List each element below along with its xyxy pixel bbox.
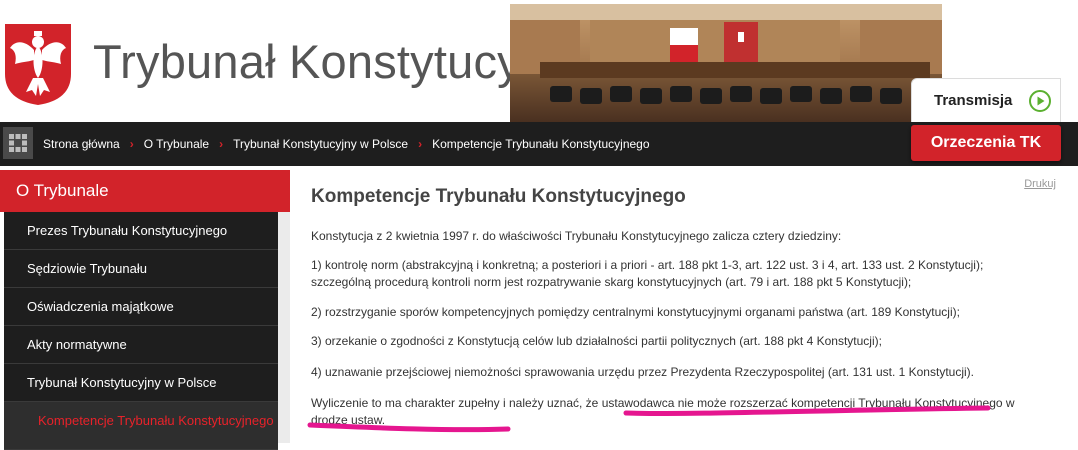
competence-paragraph-2: 2) rozstrzyganie sporów kompetencyjnych …	[311, 305, 960, 319]
transmisja-label: Transmisja	[934, 92, 1013, 109]
page-title: Kompetencje Trybunału Konstytucyjnego	[311, 186, 686, 207]
breadcrumb-separator-icon: ›	[129, 137, 134, 151]
sidebar-item-prezes[interactable]: Prezes Trybunału Konstytucyjnego	[4, 212, 278, 250]
courtroom-banner-image	[510, 4, 942, 122]
competence-paragraph-4: 4) uznawanie przejściowej niemożności sp…	[311, 365, 974, 379]
home-grid-icon[interactable]	[3, 127, 33, 159]
sidebar-menu: Prezes Trybunału Konstytucyjnego Sędziow…	[4, 212, 278, 450]
sidebar-item-akty-normatywne[interactable]: Akty normatywne	[4, 326, 278, 364]
breadcrumb-tk-w-polsce[interactable]: Trybunał Konstytucyjny w Polsce	[233, 137, 408, 151]
breadcrumb: Strona główna › O Trybunale › Trybunał K…	[43, 122, 650, 166]
site-header: Trybunał Konstytucyjny Transmisja	[0, 0, 1078, 122]
intro-paragraph: Konstytucja z 2 kwietnia 1997 r. do właś…	[311, 229, 842, 243]
sidebar: O Trybunale Prezes Trybunału Konstytucyj…	[0, 166, 290, 450]
sidebar-item-sedziowie[interactable]: Sędziowie Trybunału	[4, 250, 278, 288]
sidebar-scrollbar[interactable]	[278, 212, 290, 443]
breadcrumb-home[interactable]: Strona główna	[43, 137, 120, 151]
competence-paragraph-3: 3) orzekanie o zgodności z Konstytucją c…	[311, 334, 882, 348]
orzeczenia-tk-button[interactable]: Orzeczenia TK	[911, 125, 1061, 161]
play-circle-icon	[1029, 90, 1051, 112]
main-content: Drukuj Kompetencje Trybunału Konstytucyj…	[311, 166, 1056, 443]
polish-eagle-emblem-icon[interactable]	[3, 22, 73, 106]
breadcrumb-separator-icon: ›	[219, 137, 224, 151]
transmisja-button[interactable]: Transmisja	[911, 78, 1061, 122]
site-title[interactable]: Trybunał Konstytucyjny	[93, 34, 582, 89]
print-link[interactable]: Drukuj	[1024, 178, 1056, 190]
closing-paragraph: Wyliczenie to ma charakter zupełny i nal…	[311, 396, 1015, 427]
breadcrumb-separator-icon: ›	[418, 137, 423, 151]
sidebar-item-tk-w-polsce[interactable]: Trybunał Konstytucyjny w Polsce	[4, 364, 278, 402]
sidebar-header[interactable]: O Trybunale	[0, 170, 290, 212]
breadcrumb-o-trybunale[interactable]: O Trybunale	[144, 137, 209, 151]
competence-paragraph-1: 1) kontrolę norm (abstrakcyjną i konkret…	[311, 258, 984, 289]
breadcrumb-current: Kompetencje Trybunału Konstytucyjnego	[432, 137, 650, 151]
sidebar-item-oswiadczenia[interactable]: Oświadczenia majątkowe	[4, 288, 278, 326]
